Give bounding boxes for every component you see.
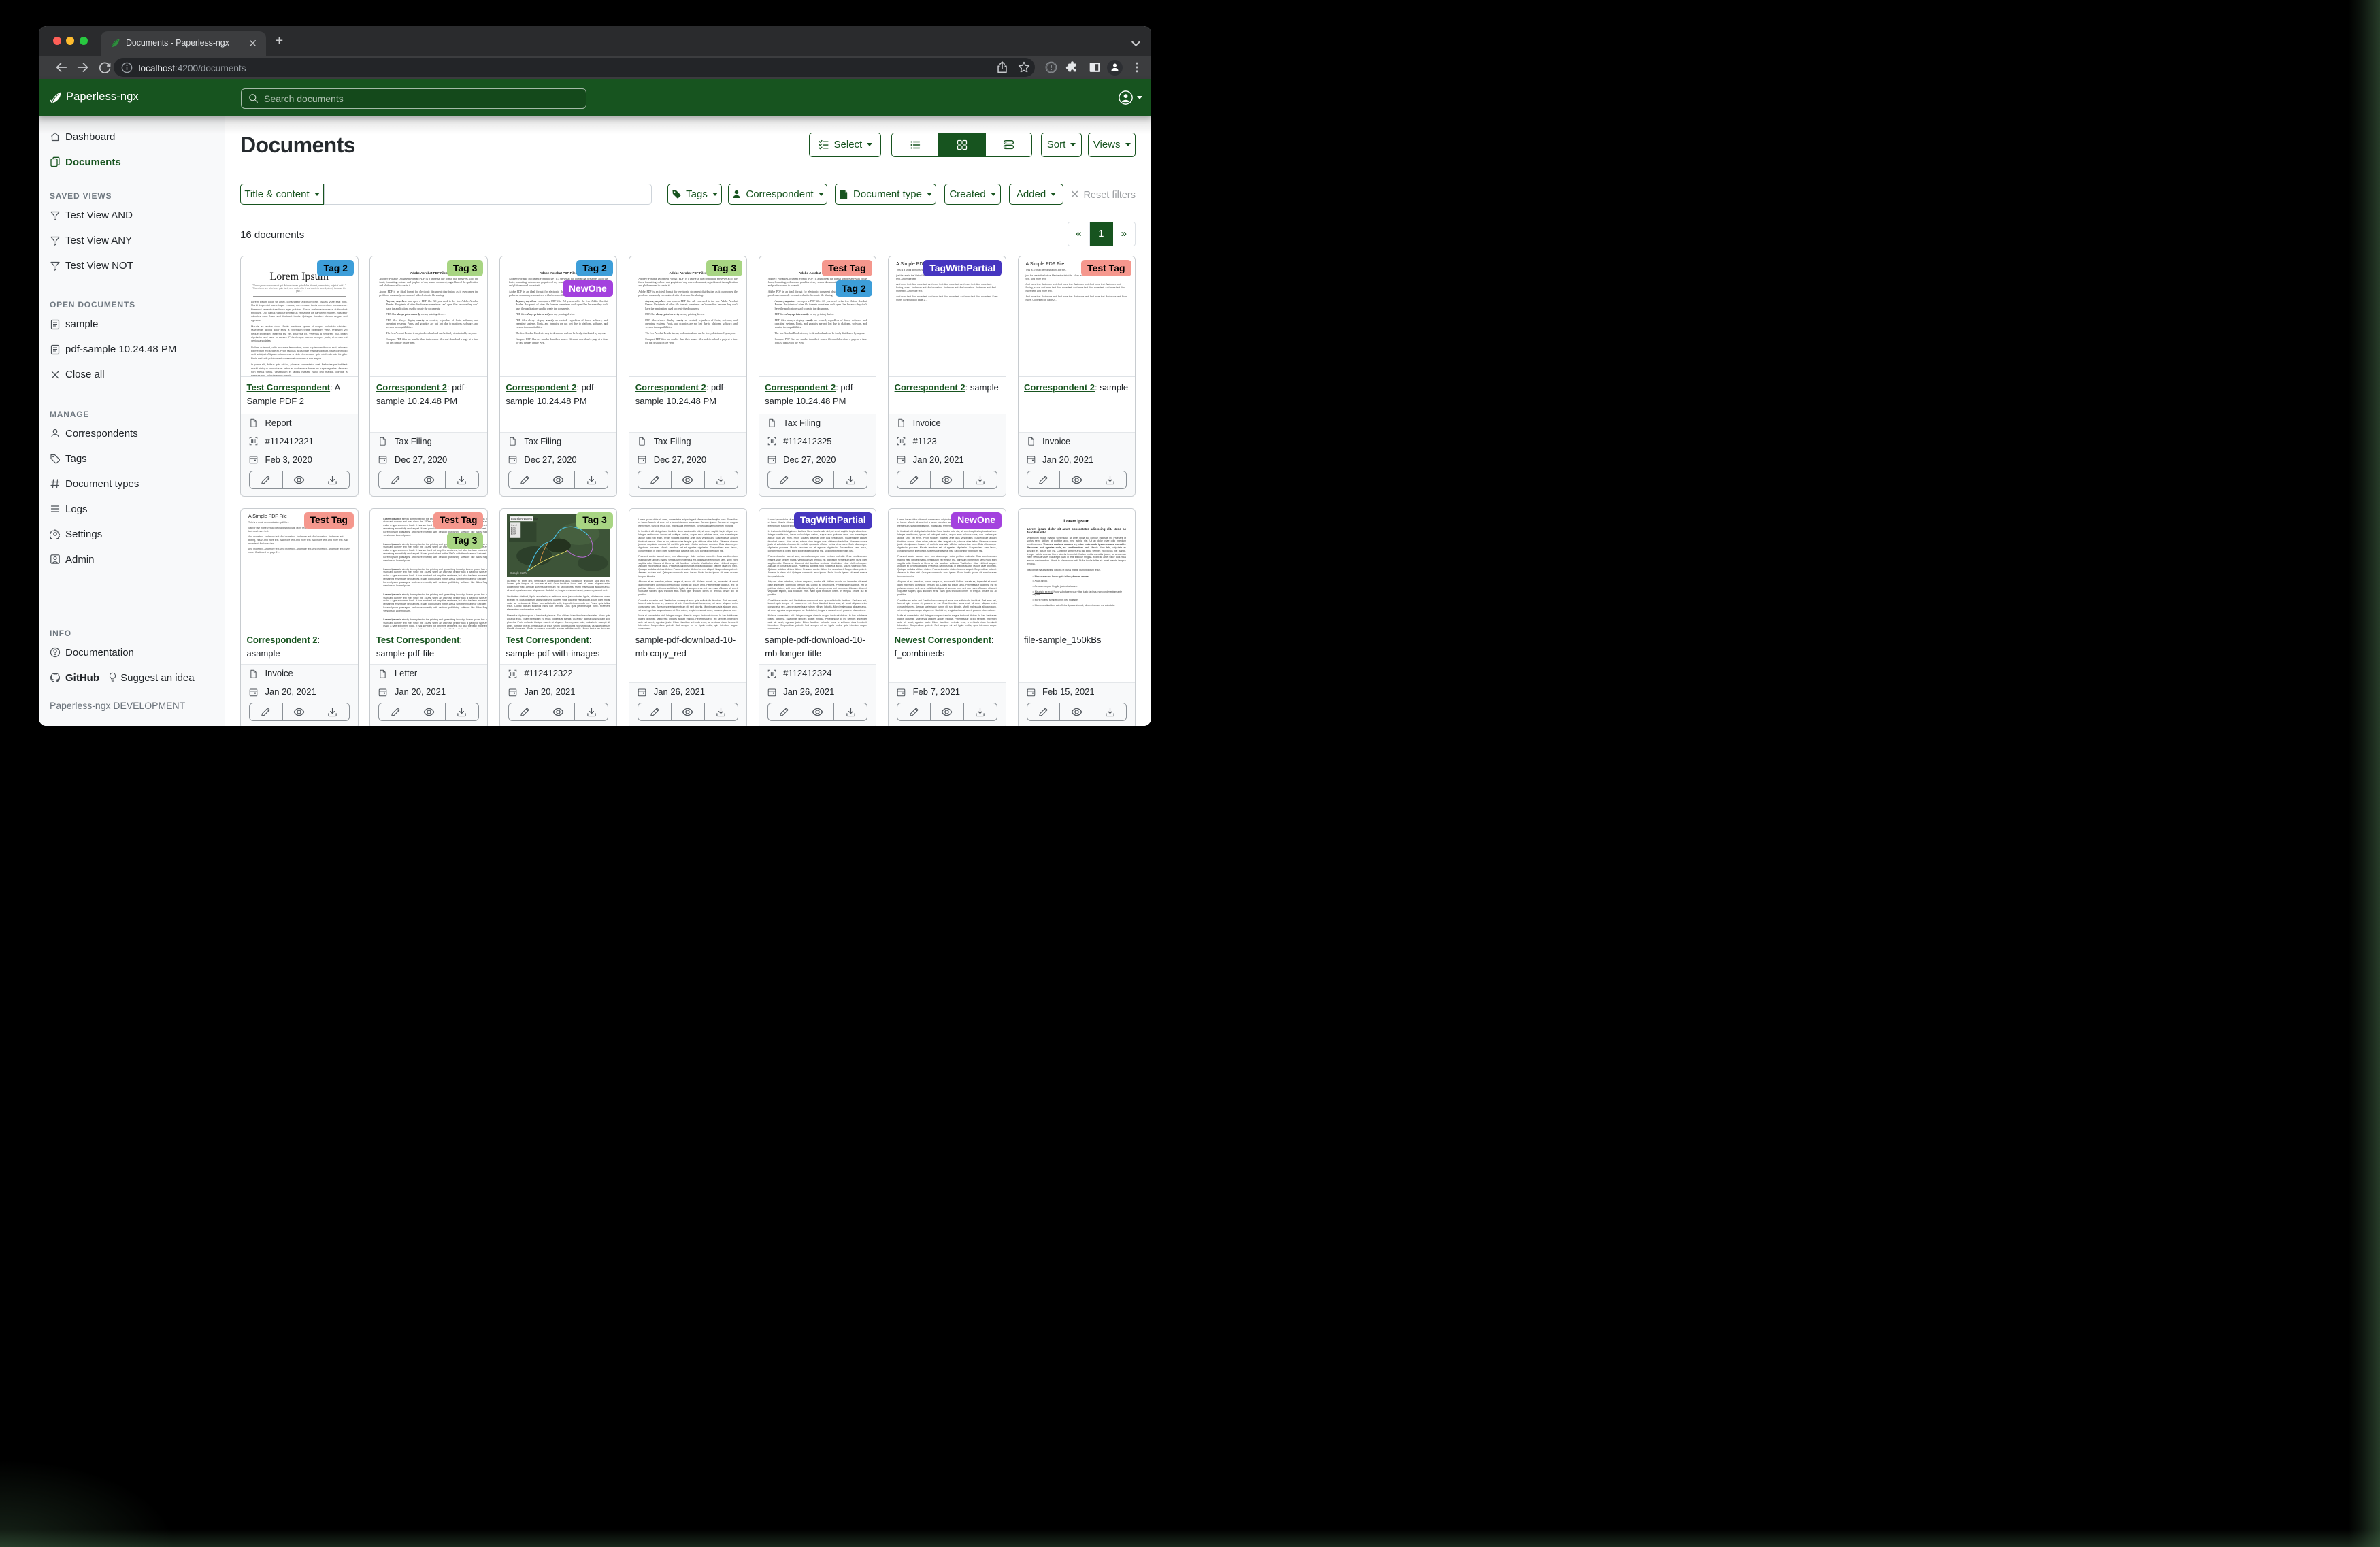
svg-text:■ Day3: ■ Day3 [511,531,516,533]
svg-text:■ Day1: ■ Day1 [511,527,516,529]
svg-text:Google Earth: Google Earth [510,571,527,574]
svg-text:Legend: Legend [511,523,517,526]
svg-text:■ Day4: ■ Day4 [511,533,516,535]
svg-text:Boundary Waters Trip: Boundary Waters Trip [511,517,538,520]
svg-text:■ Day2: ■ Day2 [511,529,516,531]
